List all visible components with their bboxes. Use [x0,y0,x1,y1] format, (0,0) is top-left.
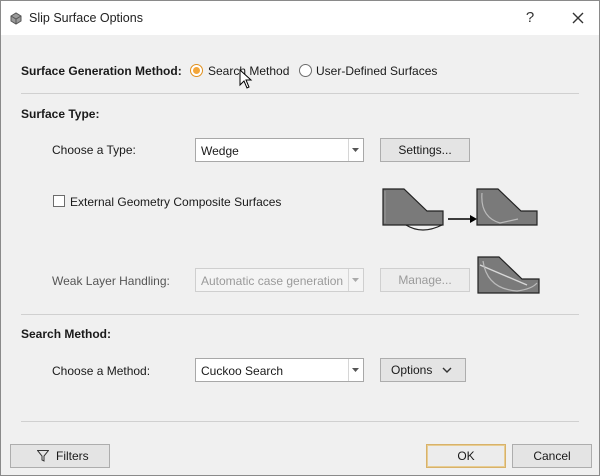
help-button[interactable]: ? [517,5,543,31]
filters-button-label: Filters [56,449,89,463]
surface-type-dropdown[interactable]: Wedge [195,138,364,162]
app-icon [10,12,22,25]
filter-icon [37,450,49,462]
weak-layer-label: Weak Layer Handling: [52,274,170,288]
search-method-heading: Search Method: [21,327,112,341]
filters-button[interactable]: Filters [10,444,110,468]
dropdown-arrow [348,269,363,291]
composite-surfaces-checkbox[interactable] [53,195,65,207]
slope-wedge-icon [382,188,444,231]
search-method-radio[interactable] [190,64,203,77]
composite-surfaces-label[interactable]: External Geometry Composite Surfaces [70,195,281,209]
divider [21,93,579,94]
chevron-down-icon [352,368,359,372]
surface-generation-label: Surface Generation Method: [21,64,182,78]
window-title: Slip Surface Options [29,11,143,25]
weak-layer-illustration [477,256,540,294]
surface-type-value: Wedge [201,144,239,158]
dropdown-arrow [348,359,363,381]
chevron-down-icon [442,367,452,373]
chevron-down-icon [352,278,359,282]
options-button-label: Options [391,363,433,377]
ok-button[interactable]: OK [426,444,506,468]
user-defined-surfaces-radio-label[interactable]: User-Defined Surfaces [316,64,437,78]
settings-button[interactable]: Settings... [380,138,470,162]
cancel-button[interactable]: Cancel [512,444,592,468]
chevron-down-icon [352,148,359,152]
divider [21,421,579,422]
choose-method-label: Choose a Method: [52,364,151,378]
mouse-cursor-icon [239,69,253,89]
manage-button[interactable]: Manage... [380,268,470,292]
slip-surface-options-dialog: Slip Surface Options ? Surface Generatio… [0,0,600,476]
user-defined-surfaces-radio[interactable] [299,64,312,77]
search-method-value: Cuckoo Search [201,364,284,378]
search-method-dropdown[interactable]: Cuckoo Search [195,358,364,382]
surface-type-heading: Surface Type: [21,107,100,121]
divider [21,314,579,315]
dropdown-arrow [348,139,363,161]
composite-surface-illustration [382,188,538,231]
choose-type-label: Choose a Type: [52,143,136,157]
right-arrow-icon [448,215,477,223]
close-icon [572,12,584,24]
weak-layer-value: Automatic case generation [201,274,344,288]
close-button[interactable] [565,5,591,31]
title-bar: Slip Surface Options ? [1,1,599,35]
slope-composite-icon [476,188,538,226]
weak-layer-dropdown[interactable]: Automatic case generation [195,268,364,292]
options-button[interactable]: Options [380,358,466,382]
